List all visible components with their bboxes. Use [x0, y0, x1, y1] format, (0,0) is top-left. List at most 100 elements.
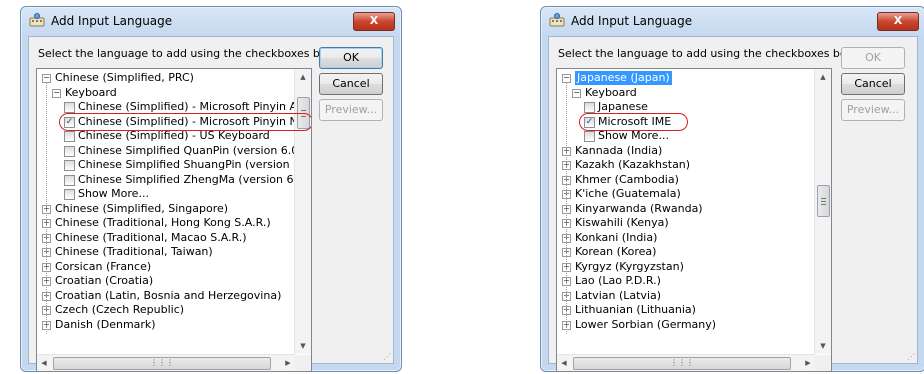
- ok-button[interactable]: OK: [319, 47, 383, 69]
- cancel-button[interactable]: Cancel: [319, 73, 383, 95]
- title-bar[interactable]: Add Input Language X: [21, 7, 401, 35]
- tree-item-label: Latvian (Latvia): [575, 288, 662, 302]
- tree-item[interactable]: + Lower Sorbian (Germany): [557, 318, 831, 333]
- ok-button[interactable]: OK: [841, 47, 905, 69]
- tree-item[interactable]: + Korean (Korea): [557, 245, 831, 260]
- tree-item[interactable]: Show More...: [557, 129, 831, 144]
- cancel-button[interactable]: Cancel: [841, 73, 905, 95]
- tree-item-label: Japanese (Japan): [575, 71, 672, 85]
- vertical-scrollbar[interactable]: ▲ ▼: [814, 69, 831, 354]
- item-checkbox[interactable]: [64, 189, 75, 200]
- tree-item[interactable]: + Croatian (Latin, Bosnia and Herzegovina…: [37, 289, 311, 304]
- tree-item[interactable]: + Chinese (Traditional, Taiwan): [37, 245, 311, 260]
- tree-item-label: Danish (Denmark): [55, 317, 156, 331]
- item-checkbox[interactable]: [64, 160, 75, 171]
- scrollbar-corner: [815, 355, 831, 371]
- tree-item[interactable]: + Kyrgyz (Kyrgyzstan): [557, 260, 831, 275]
- scroll-up-icon[interactable]: ▲: [815, 69, 831, 85]
- keyboard-language-icon: [549, 13, 565, 27]
- tree-item[interactable]: + K'iche (Guatemala): [557, 187, 831, 202]
- instruction-text: Select the language to add using the che…: [558, 47, 868, 60]
- close-button[interactable]: X: [877, 12, 919, 31]
- preview-button[interactable]: Preview...: [841, 99, 905, 121]
- resize-grip-icon[interactable]: ⋰: [907, 353, 915, 361]
- tree-item[interactable]: + Konkani (India): [557, 231, 831, 246]
- scroll-grip: [821, 198, 826, 200]
- scroll-right-icon[interactable]: ▶: [801, 355, 815, 371]
- tree-item-label: Chinese Simplified QuanPin (version 6.0): [78, 143, 303, 157]
- tree-item[interactable]: + Kiswahili (Kenya): [557, 216, 831, 231]
- tree-item[interactable]: − Keyboard: [37, 86, 311, 101]
- collapse-icon[interactable]: −: [562, 74, 571, 83]
- item-checkbox[interactable]: [584, 102, 595, 113]
- resize-grip-icon[interactable]: ⋰: [383, 353, 391, 361]
- preview-button[interactable]: Preview...: [319, 99, 383, 121]
- tree-item-label: Chinese (Traditional, Taiwan): [55, 245, 213, 258]
- scroll-grip: [821, 201, 826, 203]
- tree-item-label: Kiswahili (Kenya): [575, 216, 669, 229]
- item-checkbox[interactable]: [64, 145, 75, 157]
- tree-item-label: Konkani (India): [575, 230, 658, 244]
- horizontal-scrollbar[interactable]: ◀ ⋮⋮⋮ ▶: [37, 354, 295, 371]
- tree-item[interactable]: Chinese (Simplified) - US Keyboard: [37, 129, 311, 144]
- tree-item[interactable]: + Lao (Lao P.D.R.): [557, 274, 831, 289]
- tree-item[interactable]: + Kannada (India): [557, 144, 831, 159]
- scroll-down-icon[interactable]: ▼: [295, 338, 311, 354]
- vertical-scroll-thumb[interactable]: [817, 185, 830, 218]
- tree-item[interactable]: + Khmer (Cambodia): [557, 173, 831, 188]
- tree-item-label: Korean (Korea): [575, 245, 657, 258]
- tree-item[interactable]: Chinese Simplified QuanPin (version 6.0): [37, 144, 311, 159]
- tree-item-label: Chinese (Traditional, Hong Kong S.A.R.): [55, 216, 271, 229]
- scroll-up-icon[interactable]: ▲: [295, 69, 311, 85]
- horizontal-scroll-thumb[interactable]: ⋮⋮⋮: [53, 357, 271, 370]
- scroll-right-icon[interactable]: ▶: [281, 355, 295, 371]
- tree-item[interactable]: + Czech (Czech Republic): [37, 303, 311, 318]
- tree-item[interactable]: − Keyboard: [557, 86, 831, 101]
- tree-item[interactable]: Show More...: [37, 187, 311, 202]
- add-input-language-dialog-1: Add Input Language X Select the language…: [20, 6, 402, 372]
- horizontal-scrollbar[interactable]: ◀ ⋮⋮⋮ ▶: [557, 354, 815, 371]
- item-checkbox[interactable]: [64, 174, 75, 186]
- add-input-language-dialog-2: Add Input Language X Select the language…: [540, 6, 924, 372]
- tree-item[interactable]: + Chinese (Simplified, Singapore): [37, 202, 311, 217]
- tree-item[interactable]: Chinese Simplified ShuangPin (version 6.…: [37, 158, 311, 173]
- item-checkbox[interactable]: [584, 131, 595, 142]
- title-bar[interactable]: Add Input Language X: [541, 7, 924, 35]
- tree-item-label: Croatian (Latin, Bosnia and Herzegovina): [55, 288, 282, 302]
- dialog-title: Add Input Language: [571, 14, 693, 28]
- tree-item[interactable]: − Chinese (Simplified, PRC): [37, 71, 311, 86]
- item-checkbox[interactable]: [64, 102, 75, 113]
- tree-item[interactable]: + Kazakh (Kazakhstan): [557, 158, 831, 173]
- scroll-down-icon[interactable]: ▼: [815, 338, 831, 354]
- language-tree[interactable]: − Japanese (Japan) − Keyboard Japanese ✓ Micro…: [556, 68, 832, 372]
- dialog-client: Select the language to add using the che…: [28, 36, 394, 372]
- tree-item[interactable]: + Croatian (Croatia): [37, 274, 311, 289]
- vertical-scrollbar[interactable]: ▲ ▼: [294, 69, 311, 354]
- horizontal-scroll-thumb[interactable]: ⋮⋮⋮: [573, 357, 791, 370]
- tree-item[interactable]: + Chinese (Traditional, Macao S.A.R.): [37, 231, 311, 246]
- close-button[interactable]: X: [353, 12, 395, 31]
- dialog-title: Add Input Language: [51, 14, 173, 28]
- collapse-icon[interactable]: −: [572, 88, 581, 98]
- tree-item-label: Chinese (Simplified, PRC): [55, 71, 194, 84]
- scroll-left-icon[interactable]: ◀: [557, 355, 571, 371]
- item-checkbox[interactable]: [64, 131, 75, 142]
- tree-item[interactable]: + Lithuanian (Lithuania): [557, 303, 831, 318]
- keyboard-language-icon: [29, 13, 45, 27]
- tree-item[interactable]: Chinese Simplified ZhengMa (version 6.0): [37, 173, 311, 188]
- tree-item-label: Keyboard: [65, 85, 117, 99]
- tree-item[interactable]: + Chinese (Traditional, Hong Kong S.A.R.): [37, 216, 311, 231]
- tree-item[interactable]: + Latvian (Latvia): [557, 289, 831, 304]
- collapse-icon[interactable]: −: [42, 74, 51, 83]
- language-tree[interactable]: − Chinese (Simplified, PRC) − Keyboard Chine…: [36, 68, 312, 372]
- scroll-grip: [821, 204, 826, 206]
- tree-item[interactable]: + Corsican (France): [37, 260, 311, 275]
- tree-item-label: Kinyarwanda (Rwanda): [575, 201, 703, 215]
- collapse-icon[interactable]: −: [52, 88, 61, 98]
- tree-item-label: Show More...: [598, 129, 669, 142]
- tree-item[interactable]: + Kinyarwanda (Rwanda): [557, 202, 831, 217]
- tree-rows: − Japanese (Japan) − Keyboard Japanese ✓ Micro…: [557, 71, 831, 334]
- tree-item[interactable]: + Danish (Denmark): [37, 318, 311, 333]
- tree-item[interactable]: − Japanese (Japan): [557, 71, 831, 86]
- scroll-left-icon[interactable]: ◀: [37, 355, 51, 371]
